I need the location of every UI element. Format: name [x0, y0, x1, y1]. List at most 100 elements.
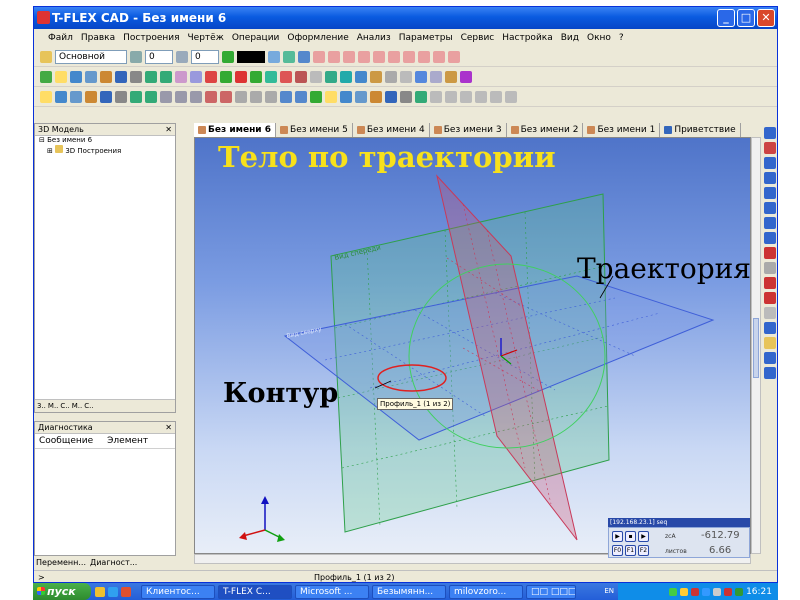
redo-2-icon[interactable] [145, 90, 157, 103]
zoom-fit-icon[interactable] [764, 172, 776, 184]
tray-en-icon[interactable] [724, 587, 733, 596]
save-icon[interactable] [115, 70, 127, 83]
pause-icon[interactable] [475, 90, 487, 103]
filter-6-icon[interactable] [388, 50, 400, 63]
rotate-view-icon[interactable] [764, 247, 776, 259]
diag-col-element[interactable]: Элемент [107, 436, 148, 446]
open-icon[interactable] [85, 70, 97, 83]
print-2-icon[interactable] [115, 90, 127, 103]
shell-icon[interactable] [310, 70, 322, 83]
3d-viewport[interactable]: Вид спереди Вид сверху [194, 137, 751, 554]
3d-new-icon[interactable] [70, 70, 82, 83]
coord-f1-button[interactable]: F1 [625, 545, 636, 556]
check-icon[interactable] [40, 70, 52, 83]
menu-edit[interactable]: Правка [77, 33, 119, 43]
diag-panel-close-button[interactable]: ✕ [165, 422, 172, 434]
scale-icon[interactable] [298, 50, 310, 63]
camera-icon[interactable] [764, 307, 776, 319]
doc-tab-4[interactable]: Без имени 4 [353, 123, 430, 137]
text-icon[interactable] [250, 90, 262, 103]
cut-icon[interactable] [400, 70, 412, 83]
model-tab-4[interactable]: M.. [72, 400, 83, 412]
mirror-icon[interactable] [415, 70, 427, 83]
grid-icon[interactable] [268, 50, 280, 63]
menu-view[interactable]: Вид [557, 33, 583, 43]
3d-node-icon[interactable] [160, 90, 172, 103]
menu-service[interactable]: Сервис [457, 33, 499, 43]
3d-profile-icon[interactable] [190, 90, 202, 103]
filter-3-icon[interactable] [343, 50, 355, 63]
menu-drawing[interactable]: Чертёж [184, 33, 228, 43]
workplane-icon[interactable] [175, 90, 187, 103]
material-icon[interactable] [460, 70, 472, 83]
zoom-in-icon[interactable] [764, 202, 776, 214]
coord-play-button[interactable]: ▶ [612, 531, 623, 542]
tray-volume-icon[interactable] [713, 587, 722, 596]
magnet-icon[interactable] [764, 127, 776, 139]
tray-network-icon[interactable] [669, 587, 678, 596]
measure-icon[interactable] [430, 70, 442, 83]
filter-4-icon[interactable] [358, 50, 370, 63]
filter-icon[interactable] [764, 352, 776, 364]
taskbar-item-untitled[interactable]: Безымянн... [372, 584, 446, 599]
folder-2-icon[interactable] [85, 90, 97, 103]
axis-icon[interactable] [235, 70, 247, 83]
coord-f0-button[interactable]: F0 [612, 545, 623, 556]
tray-monitor-icon[interactable] [735, 587, 744, 596]
diag-col-message[interactable]: Сообщение [39, 436, 93, 446]
menu-operations[interactable]: Операции [228, 33, 284, 43]
cam-icon[interactable] [310, 90, 322, 103]
table-icon[interactable] [280, 90, 292, 103]
array-icon[interactable] [355, 70, 367, 83]
folder-3-icon[interactable] [370, 90, 382, 103]
tree-item-3d-constructions[interactable]: ⊞ 3D Построения [35, 145, 175, 156]
undo-2-icon[interactable] [130, 90, 142, 103]
layer-combo[interactable]: 0 [145, 49, 173, 64]
zoom-out-icon[interactable] [764, 217, 776, 229]
sweep-icon[interactable] [295, 70, 307, 83]
3d-icon[interactable] [55, 90, 67, 103]
filter-2-icon[interactable] [328, 50, 340, 63]
save-2-icon[interactable] [100, 90, 112, 103]
node-icon[interactable] [220, 70, 232, 83]
start-button[interactable]: пуск [33, 583, 91, 600]
forward-icon[interactable] [490, 90, 502, 103]
doc-tab-2[interactable]: Без имени 2 [507, 123, 584, 137]
section-icon[interactable] [764, 262, 776, 274]
print-3-icon[interactable] [400, 90, 412, 103]
fillet-icon[interactable] [370, 70, 382, 83]
tab-variables[interactable]: Переменн... [36, 556, 86, 570]
folder-icon[interactable] [100, 70, 112, 83]
play-icon[interactable] [445, 90, 457, 103]
dim-icon[interactable] [235, 90, 247, 103]
save-3-icon[interactable] [385, 90, 397, 103]
doc-tab-5[interactable]: Без имени 5 [276, 123, 353, 137]
maximize-button[interactable]: □ [737, 9, 755, 27]
stop-icon[interactable] [430, 90, 442, 103]
taskbar-item-milovzoro[interactable]: milovzoro... [449, 584, 523, 599]
tree-item-document[interactable]: ⊟ Без имени 6 [35, 136, 175, 145]
redo-icon[interactable] [160, 70, 172, 83]
level-combo[interactable]: 0 [191, 49, 219, 64]
model-panel-close-button[interactable]: ✕ [165, 124, 172, 136]
rotate-icon[interactable] [265, 70, 277, 83]
loft-icon[interactable] [280, 70, 292, 83]
quicklaunch-ie-icon[interactable] [108, 586, 118, 597]
language-indicator[interactable]: EN [604, 583, 614, 600]
model-tab-2[interactable]: M.. [48, 400, 59, 412]
clock[interactable]: 16:21 [746, 587, 772, 597]
taskbar-item-other[interactable]: □□ □□□... [526, 584, 576, 599]
boolean-icon[interactable] [325, 70, 337, 83]
taskbar-item-microsoft[interactable]: Microsoft ... [295, 584, 369, 599]
filter-5-icon[interactable] [373, 50, 385, 63]
menu-settings[interactable]: Настройка [498, 33, 557, 43]
doc-tab-6[interactable]: Без имени 6 [194, 123, 277, 137]
new-2-icon[interactable] [40, 90, 52, 103]
coord-next-button[interactable]: ▶ [638, 531, 649, 542]
selection-icon[interactable] [764, 277, 776, 289]
tab-diagnostics[interactable]: Диагност... [90, 556, 137, 570]
pan-icon[interactable] [764, 232, 776, 244]
style-combo[interactable]: Основной [55, 49, 127, 64]
doc-tab-3[interactable]: Без имени 3 [430, 123, 507, 137]
filter-1-icon[interactable] [313, 50, 325, 63]
